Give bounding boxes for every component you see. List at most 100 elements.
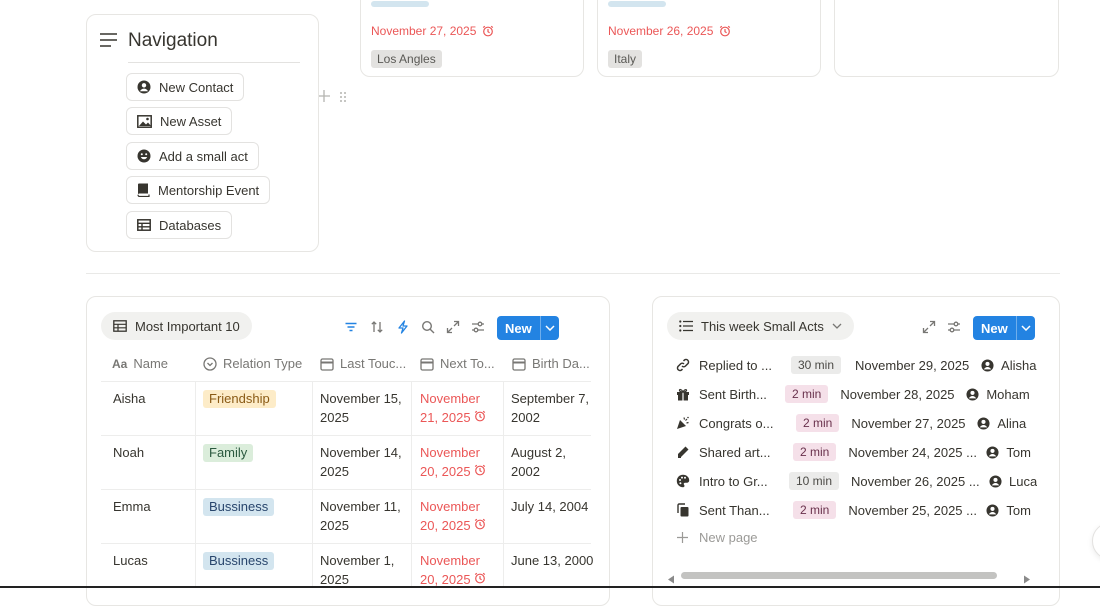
chevron-down-icon[interactable] bbox=[1017, 325, 1035, 331]
new-small-act-button[interactable]: New bbox=[973, 316, 1035, 340]
expand-icon[interactable] bbox=[446, 320, 460, 334]
column-header-next-touch[interactable]: Next To... bbox=[420, 356, 495, 371]
calendar-icon bbox=[420, 357, 434, 371]
card-date: November 27, 2025 bbox=[371, 24, 494, 38]
calendar-icon bbox=[512, 357, 526, 371]
table-column-line bbox=[503, 381, 504, 588]
alarm-icon bbox=[475, 518, 486, 530]
small-acts-view-tab[interactable]: This week Small Acts bbox=[667, 312, 854, 340]
drag-handle-icon[interactable] bbox=[339, 90, 347, 102]
next-touch-cell[interactable]: November 20, 2025 bbox=[420, 551, 486, 589]
pencil-icon bbox=[678, 446, 689, 458]
new-asset-button[interactable]: New Asset bbox=[126, 107, 233, 135]
add-small-act-button[interactable]: Add a small act bbox=[126, 142, 259, 170]
row-name[interactable]: Aisha bbox=[113, 389, 146, 408]
smiley-icon bbox=[137, 149, 151, 163]
person-circle-icon bbox=[137, 80, 151, 94]
person-circle-icon bbox=[981, 358, 994, 372]
birth-date-cell[interactable]: July 14, 2004 bbox=[511, 497, 588, 516]
relation-tag: Bussiness bbox=[203, 552, 275, 570]
relation-tag: Bussiness bbox=[203, 498, 275, 516]
person-circle-icon bbox=[977, 416, 990, 430]
relation-tag: Family bbox=[203, 444, 254, 462]
scroll-left-arrow[interactable] bbox=[667, 571, 675, 584]
list-icon bbox=[679, 320, 693, 332]
table-column-line bbox=[411, 381, 412, 588]
next-touch-cell[interactable]: November 20, 2025 bbox=[420, 443, 486, 481]
sort-icon[interactable] bbox=[370, 320, 384, 334]
expand-icon[interactable] bbox=[922, 320, 936, 334]
location-tag: Italy bbox=[608, 50, 643, 68]
column-header-name[interactable]: Aa Name bbox=[112, 356, 168, 371]
party-popper-icon bbox=[677, 416, 689, 429]
scroll-right-arrow[interactable] bbox=[1023, 571, 1031, 584]
list-item[interactable]: Sent Than... 2 min November 25, 2025 ...… bbox=[676, 499, 1031, 521]
automation-bolt-icon[interactable] bbox=[396, 320, 410, 334]
table-row-line bbox=[101, 543, 591, 544]
next-touch-cell[interactable]: November 20, 2025 bbox=[420, 497, 486, 535]
gallery-card-1[interactable]: November 27, 2025 Los Angles bbox=[360, 0, 584, 77]
list-item[interactable]: Intro to Gr... 10 min November 26, 2025 … bbox=[676, 470, 1037, 492]
list-item[interactable]: Sent Birth... 2 min November 28, 2025 Mo… bbox=[676, 383, 1030, 405]
search-icon[interactable] bbox=[421, 320, 435, 334]
gallery-card-3[interactable] bbox=[834, 0, 1059, 77]
table-icon bbox=[113, 320, 127, 332]
row-name[interactable]: Noah bbox=[113, 443, 144, 462]
most-important-view-tab[interactable]: Most Important 10 bbox=[101, 312, 252, 340]
settings-sliders-icon[interactable] bbox=[947, 320, 961, 334]
chevron-down-icon bbox=[832, 323, 842, 329]
calendar-icon bbox=[320, 357, 334, 371]
horizontal-scrollbar-thumb[interactable] bbox=[681, 572, 997, 579]
list-item[interactable]: Congrats o... 2 min November 27, 2025 Al… bbox=[676, 412, 1026, 434]
person-circle-icon bbox=[966, 387, 979, 401]
row-name[interactable]: Lucas bbox=[113, 551, 148, 570]
book-icon bbox=[137, 183, 150, 197]
last-touch-cell[interactable]: November 1, 2025 bbox=[320, 551, 394, 589]
person-circle-icon bbox=[986, 503, 999, 517]
mentorship-event-button[interactable]: Mentorship Event bbox=[126, 176, 271, 204]
select-property-icon bbox=[203, 356, 217, 371]
gift-icon bbox=[677, 388, 689, 401]
databases-button[interactable]: Databases bbox=[126, 211, 233, 239]
new-page-button[interactable]: New page bbox=[676, 526, 758, 548]
menu-icon bbox=[100, 33, 117, 52]
small-acts-list: Replied to ... 30 min November 29, 2025 … bbox=[652, 350, 1037, 555]
relation-tag: Friendship bbox=[203, 390, 276, 408]
alarm-icon bbox=[720, 25, 731, 37]
birth-date-cell[interactable]: June 13, 2000 bbox=[511, 551, 593, 570]
table-column-line bbox=[195, 381, 196, 588]
alarm-icon bbox=[475, 464, 486, 476]
table-column-line bbox=[312, 381, 313, 588]
location-tag: Los Angles bbox=[371, 50, 442, 68]
add-block-icon[interactable] bbox=[317, 89, 331, 103]
new-record-button[interactable]: New bbox=[497, 316, 559, 340]
card-date: November 26, 2025 bbox=[608, 24, 731, 38]
last-touch-cell[interactable]: November 15, 2025 bbox=[320, 389, 402, 427]
settings-sliders-icon[interactable] bbox=[471, 320, 485, 334]
navigation-divider bbox=[128, 62, 300, 63]
birth-date-cell[interactable]: September 7, 2002 bbox=[511, 389, 589, 427]
chevron-down-icon[interactable] bbox=[541, 325, 559, 331]
person-circle-icon bbox=[986, 445, 999, 459]
person-circle-icon bbox=[989, 474, 1002, 488]
column-header-last-touch[interactable]: Last Touc... bbox=[320, 356, 406, 371]
table-row-line bbox=[101, 435, 591, 436]
gallery-card-2[interactable]: November 26, 2025 Italy bbox=[597, 0, 821, 77]
card-tag-partial bbox=[371, 1, 429, 7]
list-item[interactable]: Replied to ... 30 min November 29, 2025 … bbox=[676, 354, 1036, 376]
image-icon bbox=[137, 114, 152, 128]
birth-date-cell[interactable]: August 2, 2002 bbox=[511, 443, 566, 481]
list-item[interactable]: Shared art... 2 min November 24, 2025 ..… bbox=[676, 441, 1031, 463]
next-touch-cell[interactable]: November 21, 2025 bbox=[420, 389, 486, 427]
column-header-birth-date[interactable]: Birth Da... bbox=[512, 356, 590, 371]
table-header-line bbox=[101, 381, 591, 382]
new-contact-button[interactable]: New Contact bbox=[126, 73, 245, 101]
last-touch-cell[interactable]: November 14, 2025 bbox=[320, 443, 402, 481]
row-name[interactable]: Emma bbox=[113, 497, 151, 516]
filter-icon[interactable] bbox=[344, 320, 358, 334]
help-button[interactable] bbox=[1092, 522, 1100, 560]
palette-icon bbox=[676, 474, 690, 488]
copy-icon bbox=[677, 503, 689, 517]
last-touch-cell[interactable]: November 11, 2025 bbox=[320, 497, 401, 535]
column-header-relation-type[interactable]: Relation Type bbox=[203, 356, 302, 371]
